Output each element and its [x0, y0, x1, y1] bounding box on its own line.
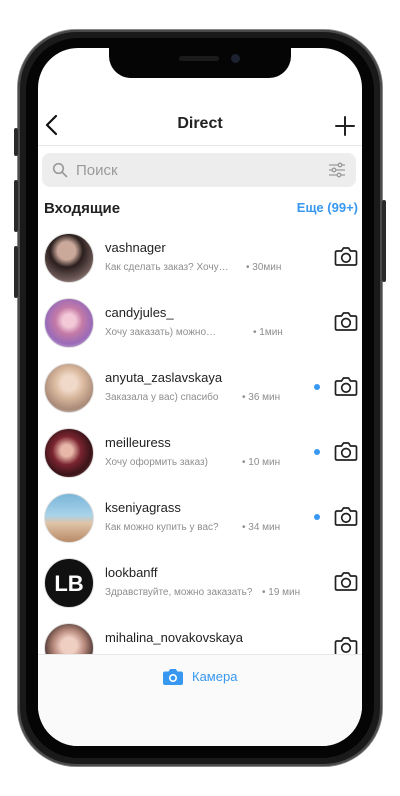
unread-dot [314, 514, 320, 520]
bottom-bar: Камера [38, 654, 362, 746]
thread-preview: Как сделать заказ? Хочу… [105, 262, 229, 273]
thread-preview: Заказала у вас) спасибо [105, 392, 219, 403]
header: Direct [38, 112, 362, 140]
front-camera [231, 54, 240, 63]
camera-icon[interactable] [334, 245, 358, 267]
thread-time: • 1мин [253, 327, 283, 338]
thread-row[interactable]: meilleuress Хочу оформить заказ) • 10 ми… [38, 423, 362, 488]
unread-dot [314, 384, 320, 390]
svg-text:LB: LB [54, 571, 83, 596]
thread-row[interactable]: candyjules_ Хочу заказать) можно… • 1мин [38, 293, 362, 358]
notch [109, 48, 291, 78]
camera-label: Камера [192, 669, 238, 684]
thread-time: • 36 мин [242, 392, 281, 403]
header-divider [38, 145, 362, 146]
thread-row[interactable]: mihalina_novakovskaya [38, 618, 362, 656]
thread-username: anyuta_zaslavskaya [105, 370, 223, 385]
search-icon [52, 162, 68, 178]
thread-username: mihalina_novakovskaya [105, 630, 244, 645]
avatar[interactable]: LB [44, 558, 94, 608]
camera-icon[interactable] [334, 505, 358, 527]
screen: Direct Входящие Еще (99+) vashnager Как … [38, 48, 362, 746]
camera-icon[interactable] [334, 440, 358, 462]
camera-icon [163, 669, 183, 685]
plus-icon[interactable] [334, 109, 356, 142]
inbox-more-link[interactable]: Еще (99+) [297, 200, 358, 215]
page-title: Direct [177, 115, 223, 132]
thread-row[interactable]: vashnager Как сделать заказ? Хочу… • 30м… [38, 228, 362, 293]
camera-icon[interactable] [334, 570, 358, 592]
side-button-power [382, 200, 386, 282]
camera-icon[interactable] [334, 375, 358, 397]
thread-username: vashnager [105, 240, 166, 255]
thread-preview: Хочу оформить заказ) [105, 457, 208, 468]
camera-icon[interactable] [334, 635, 358, 656]
thread-time: • 10 мин [242, 457, 281, 468]
thread-preview: Хочу заказать) можно… [105, 327, 217, 338]
thread-row[interactable]: anyuta_zaslavskaya Заказала у вас) спаси… [38, 358, 362, 423]
search-input[interactable] [76, 159, 306, 181]
avatar[interactable] [44, 363, 94, 413]
filter-icon[interactable] [328, 162, 346, 178]
side-button-volume-up [14, 180, 18, 232]
inbox-header: Входящие Еще (99+) [44, 200, 358, 220]
side-button-mute [14, 128, 18, 156]
thread-row[interactable]: kseniyagrass Как можно купить у вас? • 3… [38, 488, 362, 553]
thread-username: candyjules_ [105, 305, 174, 320]
thread-list: vashnager Как сделать заказ? Хочу… • 30м… [38, 228, 362, 656]
thread-username: kseniyagrass [105, 500, 181, 515]
thread-username: meilleuress [105, 435, 171, 450]
avatar[interactable] [44, 428, 94, 478]
thread-time: • 34 мин [242, 522, 281, 533]
thread-username: lookbanff [105, 565, 158, 580]
avatar[interactable] [44, 298, 94, 348]
avatar[interactable] [44, 493, 94, 543]
search-bar[interactable] [42, 153, 356, 187]
thread-time: • 30мин [246, 262, 282, 273]
speaker [179, 56, 219, 61]
side-button-volume-down [14, 246, 18, 298]
camera-icon[interactable] [334, 310, 358, 332]
avatar[interactable] [44, 233, 94, 283]
inbox-title: Входящие [44, 200, 121, 217]
thread-row[interactable]: LB lookbanff Здравствуйте, можно заказат… [38, 553, 362, 618]
avatar[interactable] [44, 623, 94, 656]
lookbanff-logo-icon: LB [54, 571, 83, 596]
thread-preview: Как можно купить у вас? [105, 522, 219, 533]
unread-dot [314, 449, 320, 455]
thread-time: • 19 мин [262, 587, 301, 598]
thread-preview: Здравствуйте, можно заказать? [105, 587, 253, 598]
